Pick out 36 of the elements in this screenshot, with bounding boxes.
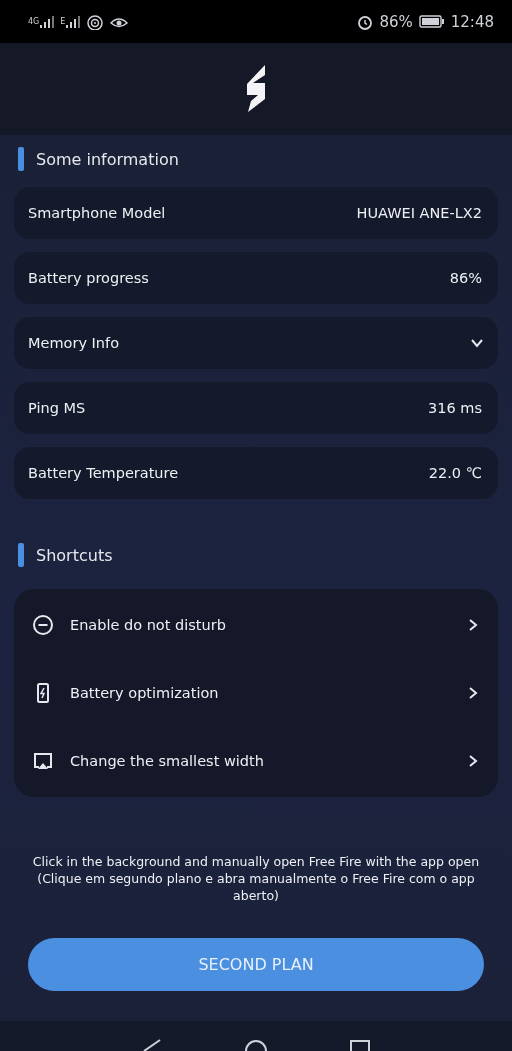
screen-cast-icon (32, 750, 54, 772)
clock-time: 12:48 (450, 12, 494, 31)
app-logo (245, 65, 267, 113)
info-label: Memory Info (28, 335, 120, 351)
chevron-icon (468, 754, 478, 768)
signal-icon (40, 15, 55, 28)
expandable-row[interactable]: Memory Info (14, 317, 498, 369)
minus-circle-icon (32, 614, 54, 636)
info-value: HUAWEI ANE-LX2 (356, 205, 482, 221)
info-label: Ping MS (28, 400, 86, 416)
info-value: 86% (449, 270, 482, 286)
instruction-text: Click in the background and manually open Free Fire with the app open (Clique em segundo plano e abra manualmente o Free Fire com o app aberto) (31, 853, 481, 904)
chevron-icon (468, 618, 478, 632)
chevron-icon (468, 686, 478, 700)
battery-icon (418, 15, 445, 28)
shortcut-item[interactable]: Change the smallest width (70, 753, 452, 769)
home-icon[interactable] (244, 1039, 268, 1051)
info-label: Battery Temperature (28, 465, 179, 481)
network-label: E (60, 17, 66, 26)
section-marker (18, 147, 24, 171)
chevron-icon (470, 338, 484, 348)
shortcut-item[interactable]: Battery optimization (70, 685, 452, 701)
section-title: Some information (36, 149, 179, 169)
hotspot-icon (86, 13, 105, 30)
signal-icon (66, 15, 81, 28)
shortcut-item[interactable]: Enable do not disturb (70, 617, 452, 633)
alarm-icon (357, 13, 374, 30)
network-label: 4G (28, 17, 40, 26)
info-value: 316 ms (428, 400, 482, 416)
info-label: Battery progress (28, 270, 149, 286)
section-title: Shortcuts (36, 545, 113, 565)
battery-percent: 86% (379, 12, 413, 31)
section-marker (18, 543, 24, 567)
recents-icon[interactable] (348, 1039, 372, 1051)
info-label: Smartphone Model (28, 205, 166, 221)
info-value: 22.0 ℃ (428, 465, 482, 481)
